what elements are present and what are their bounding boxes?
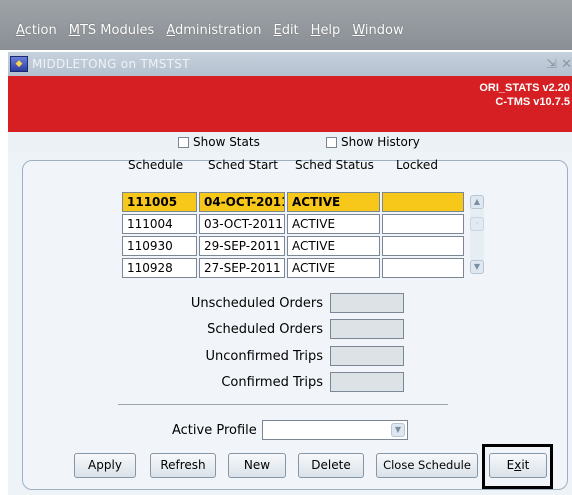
system-version: C-TMS v10.7.5 (495, 96, 570, 108)
cell-sched-start[interactable]: 03-OCT-2011 (199, 214, 285, 234)
header-banner: ORI_STATS v2.20 C-TMS v10.7.5 (8, 76, 572, 132)
menu-admin-label: dministration (175, 22, 262, 38)
cell-schedule[interactable]: 110928 (122, 258, 197, 278)
cell-sched-status[interactable]: ACTIVE (287, 214, 380, 234)
menu-edit[interactable]: Edit (273, 23, 298, 38)
cell-locked[interactable] (382, 192, 464, 212)
close-schedule-button[interactable]: Close Schedule (376, 453, 478, 478)
show-history-option[interactable]: Show History (326, 134, 420, 150)
menu-edit-key: E (273, 22, 282, 38)
menu-admin-key: A (166, 22, 175, 38)
cell-sched-start[interactable]: 29-SEP-2011 (199, 236, 285, 256)
cell-locked[interactable] (382, 214, 464, 234)
header-strip (8, 132, 572, 152)
oracle-forms-app-icon: ◆ (10, 56, 28, 72)
active-profile-select[interactable]: ▼ (262, 420, 408, 440)
scheduled-orders-field (330, 319, 404, 339)
window-title: MIDDLETONG on TMSTST (32, 57, 190, 71)
show-history-checkbox[interactable] (326, 136, 337, 148)
window-titlebar[interactable]: ◆ MIDDLETONG on TMSTST ⇲ ✕ (8, 52, 572, 76)
window-controls-icon[interactable]: ⇲ ✕ (546, 57, 572, 72)
cell-sched-start[interactable]: 27-SEP-2011 (199, 258, 285, 278)
unscheduled-orders-label: Unscheduled Orders (190, 296, 323, 311)
exit-label-end: it (521, 458, 530, 472)
menu-administration[interactable]: Administration (166, 23, 261, 38)
chevron-down-icon[interactable]: ▼ (391, 423, 405, 437)
cell-sched-start[interactable]: 04-OCT-2011 (199, 192, 285, 212)
col-header-locked: Locked (396, 158, 438, 172)
delete-button[interactable]: Delete (298, 453, 364, 478)
confirmed-trips-label: Confirmed Trips (221, 375, 323, 390)
menu-bar: Action MTS Modules Administration Edit H… (0, 0, 572, 50)
refresh-button[interactable]: Refresh (150, 453, 216, 478)
show-stats-label: Show Stats (193, 135, 260, 149)
scroll-up-icon[interactable]: ▲ (470, 195, 484, 209)
show-stats-option[interactable]: Show Stats (178, 134, 260, 150)
col-header-sched-start: Sched Start (208, 158, 278, 172)
menu-window-key: W (352, 22, 365, 38)
show-stats-checkbox[interactable] (178, 136, 189, 148)
scheduled-orders-label: Scheduled Orders (207, 322, 323, 337)
cell-locked[interactable] (382, 236, 464, 256)
unconfirmed-trips-label: Unconfirmed Trips (205, 349, 323, 364)
col-header-schedule: Schedule (128, 158, 184, 172)
scroll-thumb[interactable]: · (470, 217, 484, 231)
scroll-down-icon[interactable]: ▼ (470, 260, 484, 274)
menu-mts-label: TS Modules (79, 22, 155, 38)
section-divider (118, 404, 448, 405)
active-profile-label: Active Profile (172, 423, 257, 438)
confirmed-trips-field (330, 372, 404, 392)
menu-mts-key: M (68, 22, 80, 38)
unscheduled-orders-field (330, 293, 404, 313)
menu-help[interactable]: Help (311, 23, 341, 38)
menu-help-label: elp (320, 22, 341, 38)
new-button[interactable]: New (228, 453, 286, 478)
exit-button[interactable]: Exit (489, 453, 547, 478)
menu-action-label: ction (24, 22, 57, 38)
menu-action[interactable]: Action (16, 23, 57, 38)
menu-window-label: indow (364, 22, 404, 38)
unconfirmed-trips-field (330, 346, 404, 366)
module-version: ORI_STATS v2.20 (479, 82, 570, 94)
menu-action-key: A (16, 22, 25, 38)
cell-schedule[interactable]: 111004 (122, 214, 197, 234)
cell-schedule[interactable]: 111005 (122, 192, 197, 212)
cell-sched-status[interactable]: ACTIVE (287, 236, 380, 256)
menu-window[interactable]: Window (352, 23, 403, 38)
cell-sched-status[interactable]: ACTIVE (287, 258, 380, 278)
cell-locked[interactable] (382, 258, 464, 278)
apply-button[interactable]: Apply (74, 453, 136, 478)
col-header-sched-status: Sched Status (295, 158, 374, 172)
menu-edit-label: dit (281, 22, 299, 38)
menu-help-key: H (310, 22, 321, 38)
cell-schedule[interactable]: 110930 (122, 236, 197, 256)
menu-mts-modules[interactable]: MTS Modules (69, 23, 155, 38)
cell-sched-status[interactable]: ACTIVE (287, 192, 380, 212)
show-history-label: Show History (341, 135, 420, 149)
